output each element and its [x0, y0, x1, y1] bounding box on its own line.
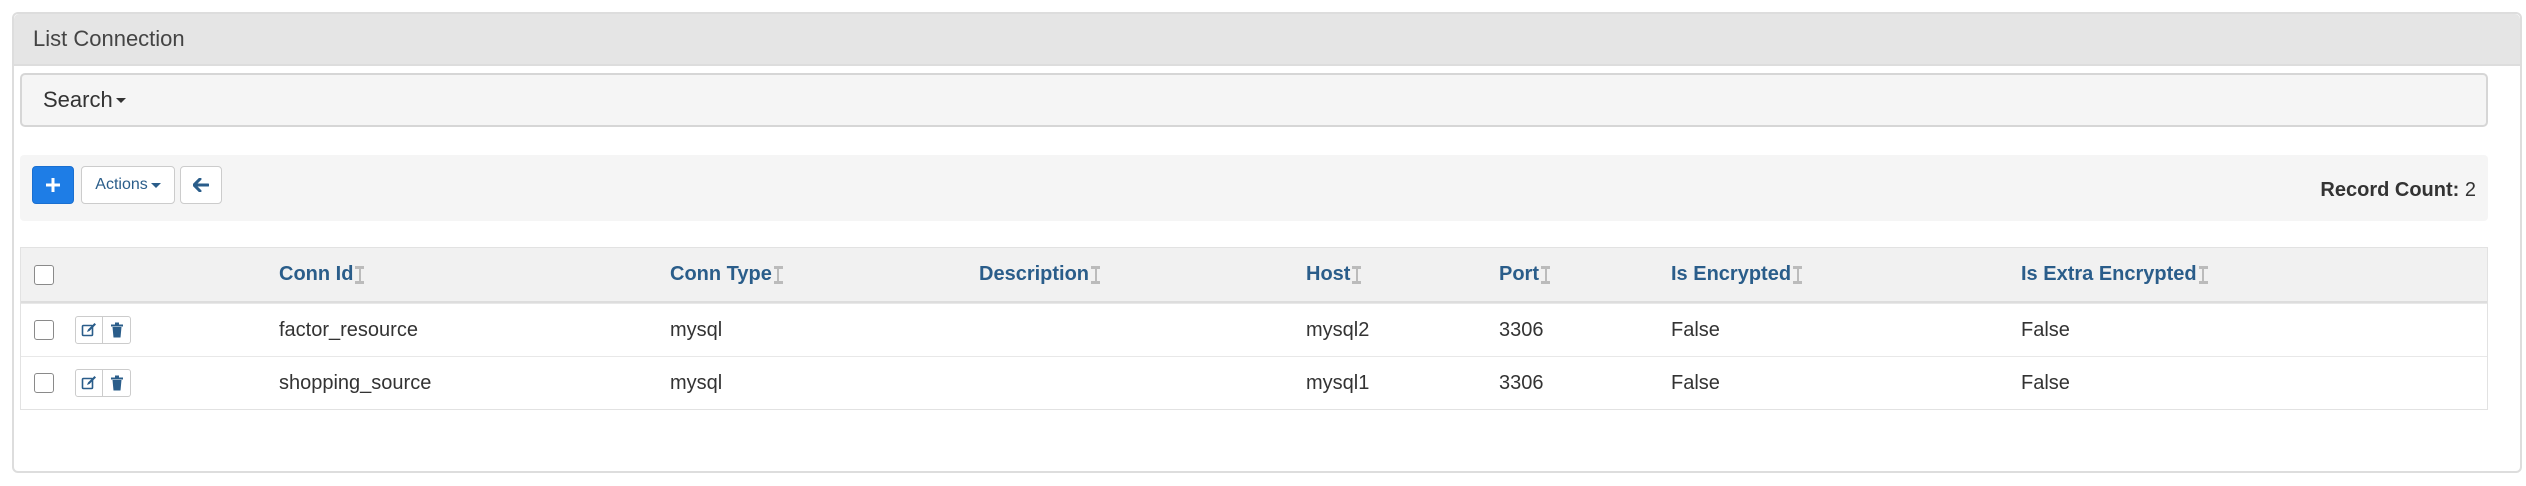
- sort-icon: [773, 265, 783, 284]
- sort-icon: [1793, 265, 1803, 284]
- sort-icon: [1352, 265, 1362, 284]
- cell-conn-id: shopping_source: [279, 371, 432, 394]
- cell-is-extra-encrypted: False: [2021, 371, 2070, 394]
- sort-icon: [1091, 265, 1101, 284]
- sort-icon: [1541, 265, 1550, 284]
- cell-port: 3306: [1499, 318, 1544, 341]
- trash-icon: [110, 322, 123, 338]
- plus-icon: [46, 178, 60, 192]
- cell-is-extra-encrypted: False: [2021, 318, 2070, 341]
- search-label: Search: [43, 87, 113, 112]
- sort-icon: [2198, 265, 2208, 284]
- table-header-row: Conn Id Conn Type Description Host Port …: [21, 248, 2487, 303]
- cell-is-encrypted: False: [1671, 371, 1720, 394]
- row-actions: [75, 369, 131, 397]
- trash-icon: [110, 375, 123, 391]
- column-header-description[interactable]: Description: [979, 248, 1101, 301]
- actions-label: Actions: [95, 176, 148, 193]
- row-actions: [75, 316, 131, 344]
- cell-port: 3306: [1499, 371, 1544, 394]
- record-count: Record Count: 2: [2320, 179, 2476, 202]
- panel-title: List Connection: [33, 26, 185, 51]
- arrow-left-icon: [193, 178, 209, 192]
- column-header-port[interactable]: Port: [1499, 248, 1550, 301]
- connections-table: Conn Id Conn Type Description Host Port …: [20, 247, 2488, 410]
- select-all-checkbox[interactable]: [34, 264, 54, 285]
- cell-conn-type: mysql: [670, 371, 723, 394]
- cell-host: mysql1: [1306, 371, 1370, 394]
- column-header-is-encrypted[interactable]: Is Encrypted: [1671, 248, 1803, 301]
- record-count-value: 2: [2464, 179, 2476, 201]
- search-toggle[interactable]: Search: [20, 73, 2488, 127]
- caret-down-icon: [150, 182, 161, 188]
- row-checkbox[interactable]: [34, 320, 54, 340]
- row-checkbox[interactable]: [34, 373, 54, 393]
- edit-button[interactable]: [75, 316, 103, 344]
- panel-heading: List Connection: [14, 14, 2520, 66]
- add-button[interactable]: [32, 166, 74, 204]
- cell-is-encrypted: False: [1671, 318, 1720, 341]
- caret-down-icon: [115, 97, 126, 103]
- actions-dropdown-button[interactable]: Actions: [81, 166, 175, 204]
- table-row: factor_resource mysql mysql2 3306 False …: [21, 303, 2487, 356]
- column-header-host[interactable]: Host: [1306, 248, 1362, 301]
- column-header-conn-type[interactable]: Conn Type: [670, 248, 783, 301]
- edit-icon: [81, 376, 96, 390]
- cell-conn-id: factor_resource: [279, 318, 418, 341]
- column-header-is-extra-encrypted[interactable]: Is Extra Encrypted: [2021, 248, 2208, 301]
- cell-conn-type: mysql: [670, 318, 723, 341]
- sort-icon: [355, 265, 365, 284]
- delete-button[interactable]: [103, 369, 131, 397]
- delete-button[interactable]: [103, 316, 131, 344]
- edit-icon: [81, 323, 96, 337]
- back-button[interactable]: [180, 166, 222, 204]
- cell-host: mysql2: [1306, 318, 1370, 341]
- edit-button[interactable]: [75, 369, 103, 397]
- column-header-conn-id[interactable]: Conn Id: [279, 248, 365, 301]
- toolbar: Actions Record Count: 2: [20, 155, 2488, 221]
- record-count-label: Record Count:: [2320, 179, 2460, 201]
- table-row: shopping_source mysql mysql1 3306 False …: [21, 356, 2487, 409]
